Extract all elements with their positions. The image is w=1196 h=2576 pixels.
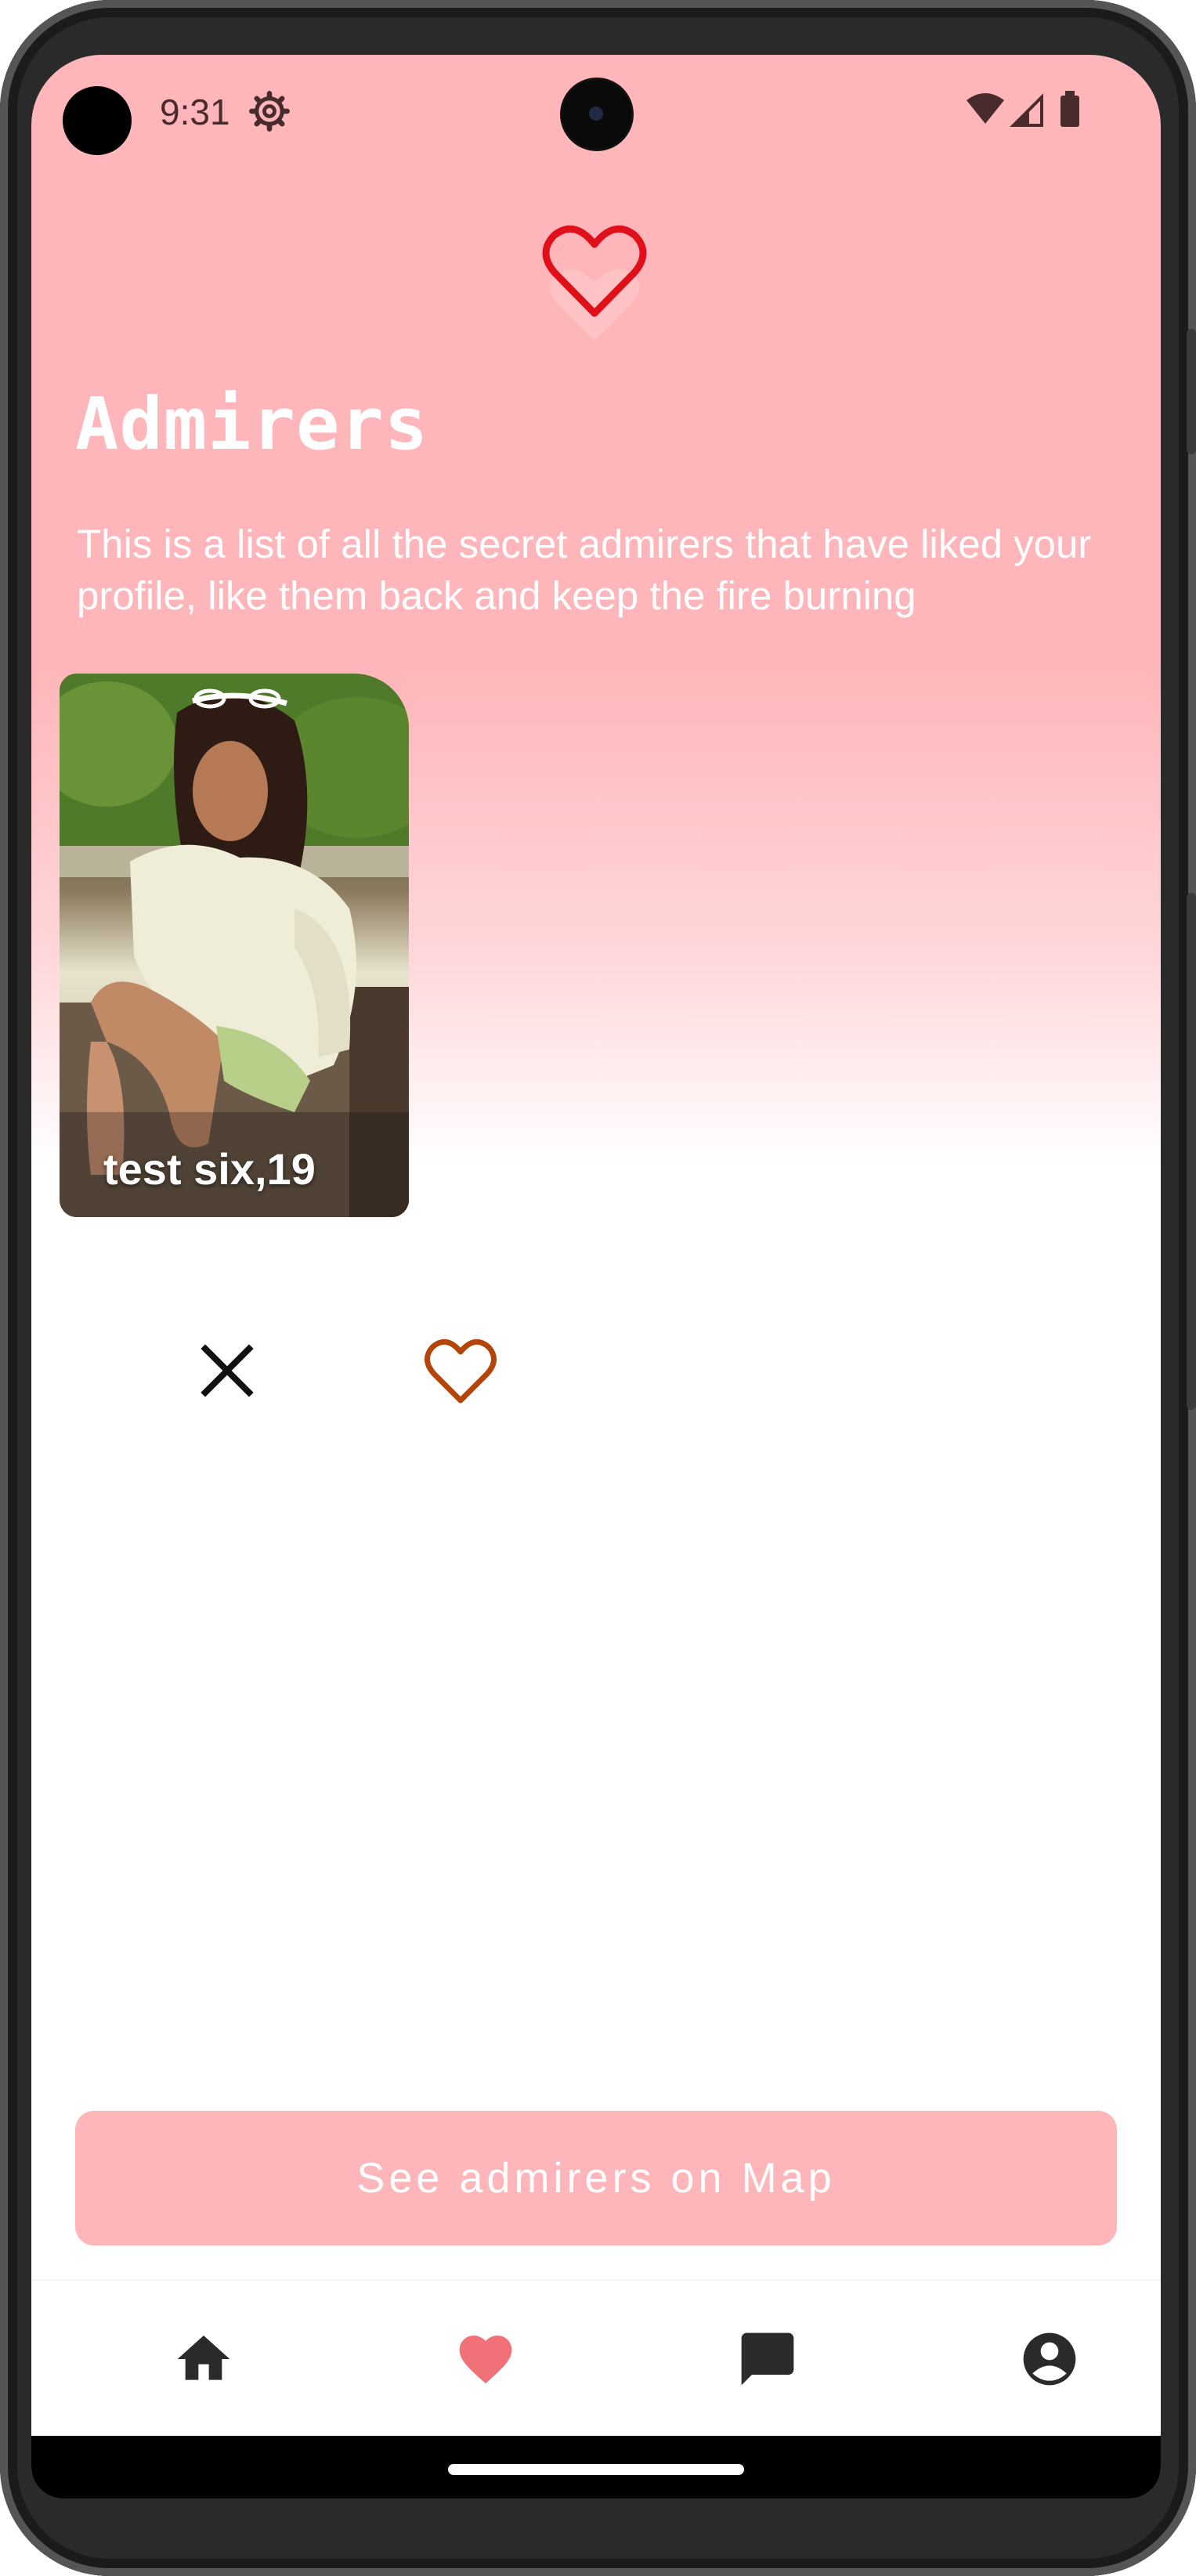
status-icons (967, 91, 1079, 127)
chat-icon[interactable] (736, 2328, 799, 2390)
side-button-top (1187, 329, 1196, 454)
see-admirers-map-button[interactable]: See admirers on Map (75, 2111, 1117, 2245)
bottom-navigation (31, 2279, 1161, 2436)
page-subtitle: This is a list of all the secret admirer… (77, 522, 1092, 618)
status-bar: 9:31 (31, 55, 1161, 164)
admirer-card[interactable]: test six,19 (60, 674, 409, 1217)
close-icon[interactable] (196, 1339, 258, 1402)
wifi-icon (967, 93, 1004, 124)
heart-outline-icon[interactable] (423, 1336, 498, 1407)
notification-dot (63, 86, 132, 155)
volume-button (1187, 1018, 1196, 1410)
account-icon[interactable] (1018, 2328, 1081, 2390)
heart-icon[interactable] (454, 2328, 517, 2390)
phone-frame: 9:31 Admirers This is a list of all the … (0, 0, 1196, 2576)
heart-logo-icon (542, 225, 647, 341)
page-title: Admirers (75, 382, 429, 466)
app-screen: 9:31 Admirers This is a list of all the … (31, 55, 1161, 2498)
admirer-photo (60, 674, 409, 1217)
front-camera (562, 80, 631, 149)
home-gesture-bar[interactable] (448, 2464, 744, 2475)
settings-icon (249, 91, 290, 132)
battery-icon (1061, 96, 1079, 127)
admirer-name-age: test six,19 (103, 1144, 316, 1194)
status-time: 9:31 (160, 92, 230, 132)
home-icon[interactable] (172, 2328, 235, 2390)
